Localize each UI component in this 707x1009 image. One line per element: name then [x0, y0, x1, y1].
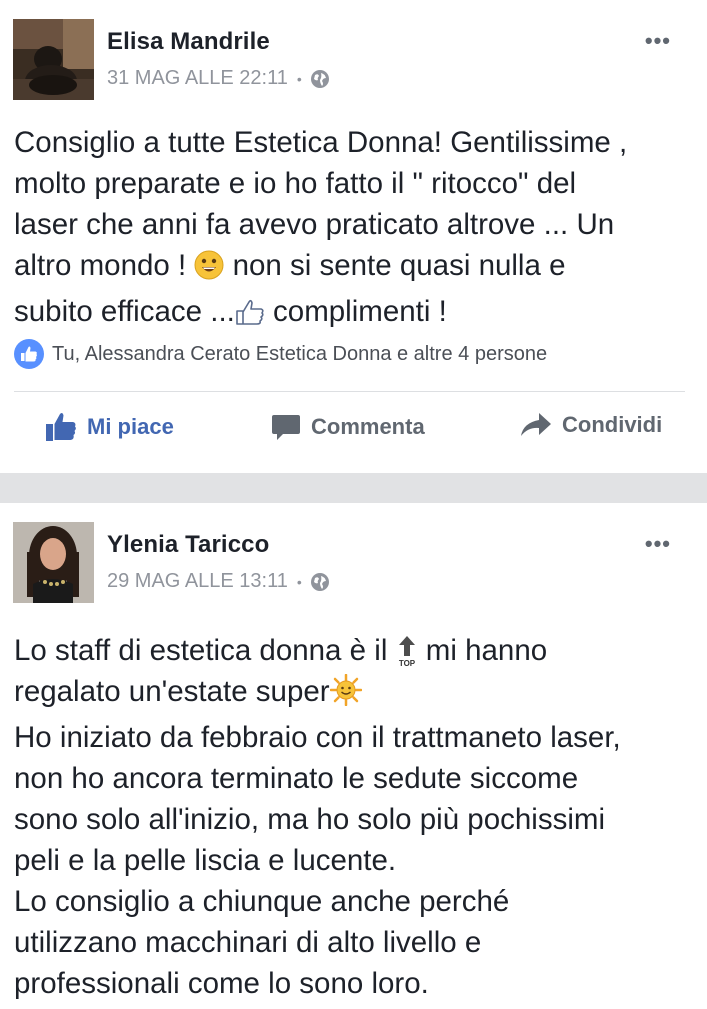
post-text-segment: non si sente quasi nulla e	[224, 249, 566, 282]
post-text-segment: subito efficace ...	[14, 295, 235, 328]
avatar[interactable]	[13, 522, 94, 603]
globe-icon	[310, 572, 330, 592]
like-badge-icon	[14, 339, 44, 369]
author-name[interactable]: Ylenia Taricco	[107, 531, 269, 559]
post-text-segment: Lo staff di estetica donna è il	[14, 634, 396, 667]
divider-line	[14, 391, 685, 392]
reactions-summary[interactable]: Tu, Alessandra Cerato Estetica Donna e a…	[14, 339, 547, 369]
sun-face-icon	[329, 673, 362, 717]
post-meta: 29 MAG ALLE 13:11 •	[107, 570, 330, 593]
post-text-line: subito efficace ... complimenti !	[14, 291, 693, 337]
post-text-line: sono solo all'inizio, ma ho solo più poc…	[14, 803, 606, 836]
thumbs-up-icon	[45, 412, 77, 442]
post-text: Lo staff di estetica donna è il TOP mi h…	[14, 630, 693, 1004]
post-text-line: utilizzano macchinari di alto livello e	[14, 926, 482, 959]
reactions-text: Tu, Alessandra Cerato Estetica Donna e a…	[52, 342, 548, 365]
like-label: Mi piace	[87, 414, 174, 439]
post-text-line: non ho ancora terminato le sedute siccom…	[14, 762, 579, 795]
post-meta: 31 MAG ALLE 22:11 •	[107, 67, 330, 90]
share-label: Condividi	[562, 412, 663, 437]
post-actions: Mi piace Commenta Condividi	[0, 412, 707, 456]
share-arrow-icon	[520, 412, 552, 438]
post-text-line: Lo consiglio a chiunque anche perché	[14, 885, 510, 918]
post-text-segment: regalato un'estate super	[14, 675, 330, 708]
author-name[interactable]: Elisa Mandrile	[107, 28, 270, 56]
post-text-line: professionali come lo sono loro.	[14, 967, 429, 1000]
globe-icon	[310, 69, 330, 89]
post-text-segment: mi hanno	[417, 634, 548, 667]
feed-divider	[0, 473, 707, 503]
more-options-button[interactable]: •••	[645, 531, 671, 557]
top-arrow-icon: TOP	[396, 634, 418, 668]
comment-label: Commenta	[311, 414, 425, 439]
post-text-line: molto preparate e io ho fatto il " ritoc…	[14, 167, 577, 200]
share-button[interactable]: Condividi	[520, 412, 662, 438]
post-text-line: peli e la pelle liscia e lucente.	[14, 844, 397, 877]
like-button[interactable]: Mi piace	[45, 412, 174, 442]
post-text-line: altro mondo ! non si sente quasi nulla e	[14, 245, 693, 291]
meta-separator: •	[296, 573, 302, 590]
post-text: Consiglio a tutte Estetica Donna! Gentil…	[14, 122, 693, 337]
meta-separator: •	[296, 70, 302, 87]
post-text-line: Consiglio a tutte Estetica Donna! Gentil…	[14, 126, 628, 159]
post-text-line: laser che anni fa avevo praticato altrov…	[14, 208, 615, 241]
avatar[interactable]	[13, 19, 94, 100]
post-card: Elisa Mandrile 31 MAG ALLE 22:11 • ••• C…	[0, 0, 707, 473]
post-card: Ylenia Taricco 29 MAG ALLE 13:11 • ••• L…	[0, 503, 707, 1009]
thumbs-up-outline-icon	[235, 296, 265, 337]
post-text-segment: altro mondo !	[14, 249, 195, 282]
top-label: TOP	[398, 659, 415, 668]
timestamp[interactable]: 29 MAG ALLE 13:11	[107, 570, 288, 593]
more-options-button[interactable]: •••	[645, 28, 671, 54]
comment-button[interactable]: Commenta	[271, 412, 425, 442]
grinning-face-icon	[194, 250, 224, 291]
post-text-line: Ho iniziato da febbraio con il trattmane…	[14, 721, 621, 754]
timestamp[interactable]: 31 MAG ALLE 22:11	[107, 67, 288, 90]
comment-bubble-icon	[271, 412, 301, 442]
post-text-line: Lo staff di estetica donna è il TOP mi h…	[14, 630, 693, 671]
post-text-line: regalato un'estate super	[14, 671, 693, 717]
post-text-segment: complimenti !	[264, 295, 447, 328]
